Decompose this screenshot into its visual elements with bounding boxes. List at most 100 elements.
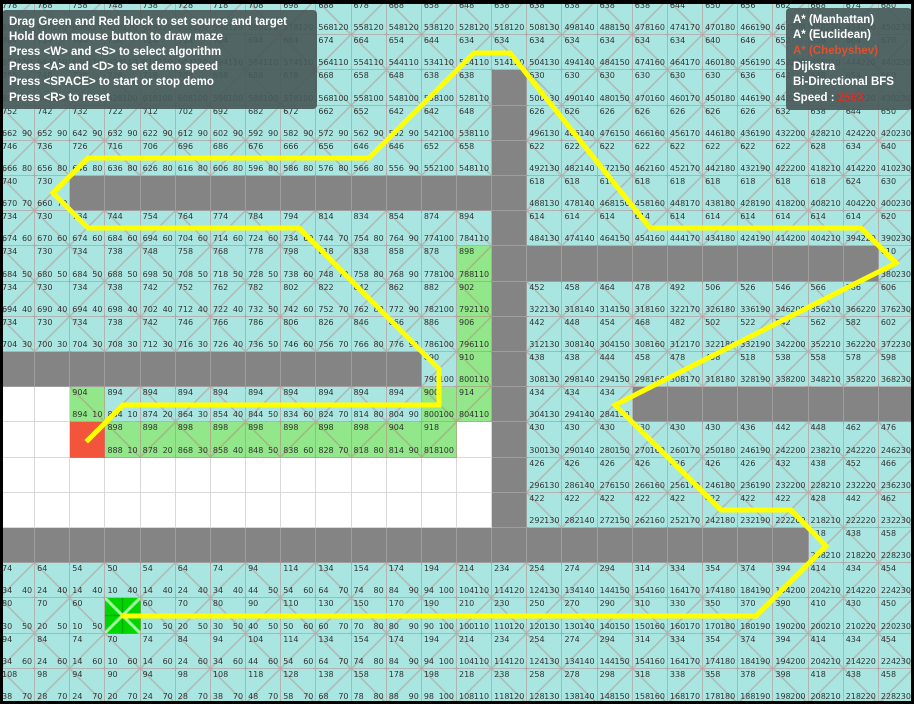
visited-cell[interactable]: 442 242 200 xyxy=(773,422,809,458)
wall-cell[interactable] xyxy=(562,528,598,564)
visited-cell[interactable]: 866 776 90 xyxy=(386,316,422,352)
visited-cell[interactable]: 448 238 210 xyxy=(808,422,844,458)
visited-cell[interactable]: 370 180 190 xyxy=(738,598,774,634)
unvisited-cell[interactable] xyxy=(0,457,36,493)
wall-cell[interactable] xyxy=(70,176,106,212)
visited-cell[interactable]: 638 498 140 xyxy=(562,0,598,36)
unvisited-cell[interactable] xyxy=(140,457,176,493)
wall-cell[interactable] xyxy=(246,528,282,564)
wall-cell[interactable] xyxy=(105,176,141,212)
visited-cell[interactable]: 434 294 140 xyxy=(562,387,598,423)
visited-cell[interactable]: 158 78 80 xyxy=(351,668,387,704)
wall-cell[interactable] xyxy=(527,246,563,282)
wall-cell[interactable] xyxy=(808,387,844,423)
unvisited-cell[interactable] xyxy=(175,492,211,528)
unvisited-cell[interactable] xyxy=(0,492,36,528)
visited-cell[interactable]: 662 572 90 xyxy=(316,105,352,141)
wall-cell[interactable] xyxy=(703,528,739,564)
visited-cell[interactable]: 250 120 130 xyxy=(527,598,563,634)
visited-cell[interactable]: 692 602 90 xyxy=(210,105,247,141)
wall-cell[interactable] xyxy=(386,528,422,564)
visited-cell[interactable]: 586 366 220 xyxy=(843,281,879,317)
unvisited-cell[interactable] xyxy=(421,457,457,493)
wall-cell[interactable] xyxy=(632,528,668,564)
visited-cell[interactable]: 214 104 110 xyxy=(457,633,493,669)
algorithm-item[interactable]: Dijkstra xyxy=(793,59,905,75)
visited-cell[interactable]: 114 54 60 xyxy=(281,563,317,599)
visited-cell[interactable]: 642 552 90 xyxy=(386,105,422,141)
visited-cell[interactable]: 60 10 50 xyxy=(70,598,106,634)
visited-cell[interactable]: 734 694 40 xyxy=(70,281,106,317)
visited-cell[interactable]: 358 178 180 xyxy=(703,668,739,704)
visited-cell[interactable]: 738 698 40 xyxy=(105,281,141,317)
visited-cell[interactable]: 438 308 130 xyxy=(527,352,563,388)
visited-cell[interactable]: 630 490 140 xyxy=(562,70,598,106)
visited-cell[interactable]: 634 464 170 xyxy=(667,35,704,71)
visited-cell[interactable]: 642 542 100 xyxy=(421,105,457,141)
visited-cell[interactable]: 630 470 160 xyxy=(632,70,668,106)
visited-cell[interactable]: 730 680 50 xyxy=(35,246,71,282)
visited-cell[interactable]: 546 346 200 xyxy=(773,281,809,317)
visited-cell[interactable]: 768 718 50 xyxy=(210,246,247,282)
wall-cell[interactable] xyxy=(667,246,704,282)
wall-cell[interactable] xyxy=(738,528,774,564)
visited-cell[interactable]: 706 626 80 xyxy=(140,140,176,176)
visited-cell[interactable]: 98 28 70 xyxy=(35,668,71,704)
visited-cell[interactable]: 154 74 80 xyxy=(351,563,387,599)
visited-cell[interactable]: 426 286 140 xyxy=(562,457,598,493)
visited-cell[interactable]: 716 636 80 xyxy=(105,140,141,176)
wall-cell[interactable] xyxy=(773,387,809,423)
visited-cell[interactable]: 90 40 50 xyxy=(246,598,282,634)
unvisited-cell[interactable] xyxy=(70,457,106,493)
visited-cell[interactable]: 894 874 20 xyxy=(140,387,176,423)
visited-cell[interactable]: 70 20 50 xyxy=(175,598,211,634)
visited-cell[interactable]: 732 642 90 xyxy=(70,105,106,141)
visited-cell[interactable]: 634 504 130 xyxy=(527,35,563,71)
visited-cell[interactable]: 578 358 220 xyxy=(843,352,879,388)
visited-cell[interactable]: 430 280 150 xyxy=(597,422,633,458)
visited-cell[interactable]: 722 632 90 xyxy=(105,105,141,141)
wall-cell[interactable] xyxy=(703,246,739,282)
visited-cell[interactable]: 818 748 70 xyxy=(316,246,352,282)
unvisited-cell[interactable] xyxy=(316,492,352,528)
unvisited-cell[interactable] xyxy=(316,457,352,493)
visited-cell[interactable]: 634 494 140 xyxy=(562,35,598,71)
visited-cell[interactable]: 394 194 200 xyxy=(773,563,809,599)
visited-cell[interactable]: 658 558 100 xyxy=(351,70,387,106)
visited-cell[interactable]: 744 684 60 xyxy=(105,211,141,247)
visited-cell[interactable]: 652 552 100 xyxy=(421,140,457,176)
visited-cell[interactable]: 198 98 100 xyxy=(421,668,457,704)
unvisited-cell[interactable] xyxy=(105,457,141,493)
visited-cell[interactable]: 826 756 70 xyxy=(316,316,352,352)
visited-cell[interactable]: 428 218 210 xyxy=(808,492,844,528)
visited-cell[interactable]: 390 190 200 xyxy=(773,598,809,634)
visited-cell[interactable]: 350 170 180 xyxy=(703,598,739,634)
visited-cell[interactable]: 234 114 120 xyxy=(492,563,528,599)
visited-cell[interactable]: 434 284 150 xyxy=(597,387,633,423)
visited-cell[interactable]: 742 712 30 xyxy=(140,316,176,352)
wall-cell[interactable] xyxy=(527,528,563,564)
wall-cell[interactable] xyxy=(105,528,141,564)
visited-cell[interactable]: 858 768 90 xyxy=(386,246,422,282)
visited-cell[interactable]: 298 148 150 xyxy=(597,668,633,704)
visited-cell[interactable]: 650 470 180 xyxy=(703,0,739,36)
visited-cell[interactable]: 894 844 50 xyxy=(246,387,282,423)
wall-cell[interactable] xyxy=(457,528,493,564)
visited-cell[interactable]: 730 660 70 xyxy=(35,176,71,212)
unvisited-cell[interactable] xyxy=(457,492,493,528)
visited-cell[interactable]: 278 138 140 xyxy=(562,668,598,704)
wall-cell[interactable] xyxy=(632,387,668,423)
visited-cell[interactable]: 374 184 190 xyxy=(738,563,774,599)
visited-cell[interactable]: 194 94 100 xyxy=(421,563,457,599)
visited-cell[interactable]: 846 766 80 xyxy=(351,316,387,352)
visited-cell[interactable]: 754 694 60 xyxy=(140,211,176,247)
visited-cell[interactable]: 652 562 90 xyxy=(351,105,387,141)
visited-cell[interactable]: 422 232 190 xyxy=(738,492,774,528)
visited-cell[interactable]: 638 488 150 xyxy=(597,0,633,36)
visited-cell[interactable]: 458 298 160 xyxy=(632,352,668,388)
wall-cell[interactable] xyxy=(843,387,879,423)
wall-cell[interactable] xyxy=(421,528,457,564)
visited-cell[interactable]: 734 674 60 xyxy=(0,211,36,247)
open-list-cell[interactable]: 898 848 50 xyxy=(246,422,282,458)
visited-cell[interactable]: 632 432 200 xyxy=(773,105,809,141)
